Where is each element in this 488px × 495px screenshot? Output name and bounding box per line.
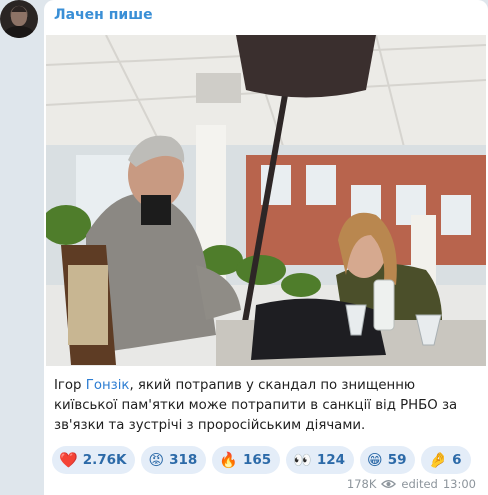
reaction-grin-face[interactable]: 😁 59 [360,446,416,474]
eyes-icon: 👀 [293,451,312,469]
fire-icon: 🔥 [219,451,238,469]
message-bubble: Лачен пише Ігор Гонзік, який потрапив у … [44,0,488,495]
message-meta: 178K edited 13:00 [347,477,476,491]
channel-avatar[interactable] [0,0,38,38]
reaction-angry-face[interactable]: 😡 318 [141,446,207,474]
post-caption: Ігор Гонзік, який потрапив у скандал по … [54,378,458,433]
reaction-count: 59 [387,452,407,468]
reaction-count: 124 [316,452,346,468]
reaction-hand[interactable]: 🤌 6 [421,446,471,474]
reactions-bar: ❤️ 2.76K 😡 318 🔥 165 👀 124 😁 59 🤌 6 [52,446,471,474]
hashtag-link[interactable]: Гонзік [86,378,130,393]
angry-face-icon: 😡 [148,451,165,469]
reaction-count: 2.76K [82,452,127,468]
hand-icon: 🤌 [428,451,448,469]
eye-icon [381,480,397,488]
view-count: 178K [346,477,377,491]
heart-icon: ❤️ [59,451,78,469]
grin-face-icon: 😁 [367,451,383,469]
reaction-fire[interactable]: 🔥 165 [212,446,281,474]
reaction-count: 318 [169,452,198,468]
reaction-heart[interactable]: ❤️ 2.76K [52,446,136,474]
edited-label: edited [401,477,438,491]
message-time: 13:00 [442,477,476,491]
channel-name[interactable]: Лачен пише [54,7,153,23]
reaction-count: 6 [452,452,462,468]
reaction-eyes[interactable]: 👀 124 [286,446,355,474]
reaction-count: 165 [242,452,272,468]
post-photo[interactable] [46,35,486,366]
